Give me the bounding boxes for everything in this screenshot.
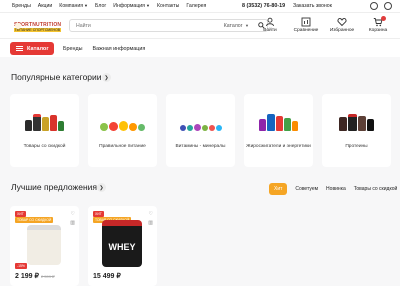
main-nav: Каталог Бренды Важная информация [0, 38, 400, 57]
category-card-sale[interactable]: Товары со скидкой [10, 94, 79, 167]
nav-link-important-info[interactable]: Важная информация [93, 46, 146, 52]
product-price: 15 499 ₽ [93, 273, 121, 280]
favorites-label: Избранное [329, 28, 355, 33]
heart-icon[interactable]: ♡ [149, 211, 153, 217]
compare-icon [301, 17, 311, 27]
category-image-vitamins [179, 107, 223, 131]
chevron-right-icon[interactable]: ❯ [97, 183, 106, 192]
phone-number[interactable]: 8 (3532) 76-80-19 [242, 3, 285, 9]
chevron-right-icon[interactable]: ❯ [102, 73, 111, 82]
product-image: WHEY [102, 220, 142, 267]
category-image-healthy-food [100, 107, 145, 131]
category-card-proteins[interactable]: Протеины [322, 94, 391, 167]
top-link-company-label: Компания [59, 3, 84, 9]
header: SPORTNUTRITION ПИТАНИЕ СПОРТСМЕНОВ Катал… [0, 13, 400, 38]
search-bar: Каталог ▼ [69, 19, 268, 32]
cart-label: Корзина [368, 28, 388, 33]
theme-toggle-icon[interactable] [370, 2, 378, 10]
cart-badge [381, 16, 386, 21]
top-link-blog[interactable]: Блог [95, 3, 106, 9]
cart-button[interactable]: Корзина [360, 16, 396, 33]
nav-link-brands[interactable]: Бренды [63, 46, 83, 52]
product-old-price: 2 599 ₽ [41, 274, 55, 279]
top-nav: Бренды Акции Компания▼ Блог Информация▼ … [12, 3, 206, 9]
category-label: Жиросжигатели и энергетики [246, 144, 311, 149]
logo-text: SPORTNUTRITION ПИТАНИЕ СПОРТСМЕНОВ [14, 22, 62, 32]
category-image-proteins [335, 107, 379, 131]
search-category-select[interactable]: Каталог ▼ [224, 23, 255, 29]
chevron-down-icon: ▼ [84, 3, 89, 8]
user-icon [266, 17, 274, 27]
category-label: Товары со скидкой [23, 144, 66, 149]
tab-hit[interactable]: Хит [269, 183, 288, 195]
top-link-company[interactable]: Компания▼ [59, 3, 88, 9]
login-button[interactable]: Войти [252, 17, 288, 33]
catalog-label: Каталог [27, 45, 49, 52]
category-label: Витамины - минералы [175, 144, 226, 149]
category-label: Правильное питание [99, 144, 146, 149]
menu-icon [16, 46, 23, 51]
logo[interactable]: SPORTNUTRITION ПИТАНИЕ СПОРТСМЕНОВ [12, 17, 62, 36]
category-image-sale [23, 107, 67, 131]
category-label: Протеины [345, 144, 368, 149]
top-bar: Бренды Акции Компания▼ Блог Информация▼ … [0, 0, 400, 13]
tab-recommend[interactable]: Советуем [295, 186, 318, 192]
nav-links: Бренды Важная информация [63, 46, 145, 52]
heart-icon[interactable]: ♡ [71, 211, 75, 217]
favorites-button[interactable]: Избранное [324, 17, 360, 33]
catalog-button[interactable]: Каталог [10, 42, 54, 55]
tab-new[interactable]: Новинка [326, 186, 346, 192]
product-price: 2 199 ₽ [15, 273, 39, 280]
topbar-icons [370, 2, 392, 10]
compare-icon[interactable]: ▥ [70, 220, 75, 226]
top-link-sales[interactable]: Акции [38, 3, 53, 9]
category-card-fat-burners[interactable]: Жиросжигатели и энергетики [244, 94, 313, 167]
header-actions: Войти Сравнение Избранное Корзина [252, 16, 396, 33]
product-card[interactable]: ХИТ ТОВАР СО СКИДКОЙ ♡ ▥ -15% 2 199 ₽ 2 … [10, 206, 79, 286]
product-image [27, 225, 61, 265]
compare-icon[interactable]: ▥ [148, 220, 153, 226]
compare-label: Сравнение [293, 28, 319, 33]
login-label: Войти [263, 28, 277, 33]
product-card[interactable]: ХИТ ТОВАР СО СКИДКОЙ ♡ ▥ WHEY 15 499 ₽ [88, 206, 157, 286]
popular-categories-title: Популярные категории [11, 72, 102, 82]
search-input[interactable] [70, 22, 224, 29]
offer-tabs: Хит Советуем Новинка Товары со скидкой [269, 183, 397, 195]
compare-button[interactable]: Сравнение [288, 17, 324, 33]
category-card-vitamins[interactable]: Витамины - минералы [166, 94, 235, 167]
best-offers-title: Лучшие предложения [11, 182, 97, 192]
product-brand: WHEY [108, 241, 136, 252]
discount-badge: ТОВАР СО СКИДКОЙ [15, 217, 54, 223]
tab-discount[interactable]: Товары со скидкой [354, 186, 398, 192]
top-link-contacts[interactable]: Контакты [157, 3, 179, 9]
callback-link[interactable]: Заказать звонок [293, 3, 332, 9]
top-link-info[interactable]: Информация▼ [113, 3, 150, 9]
top-link-info-label: Информация [113, 3, 145, 9]
chevron-down-icon: ▼ [146, 3, 150, 8]
percent-badge: -15% [15, 263, 27, 269]
top-link-brands[interactable]: Бренды [12, 3, 31, 9]
category-list: Товары со скидкой Правильное питание Вит… [10, 94, 391, 167]
category-image-fat-burners [257, 107, 301, 131]
logo-line-2: ПИТАНИЕ СПОРТСМЕНОВ [14, 27, 62, 32]
top-link-gallery[interactable]: Галерея [186, 3, 206, 9]
category-card-healthy-food[interactable]: Правильное питание [88, 94, 157, 167]
search-category-label: Каталог [223, 22, 243, 29]
settings-icon[interactable] [384, 2, 392, 10]
chevron-down-icon: ▼ [245, 22, 249, 28]
heart-icon [337, 18, 347, 27]
